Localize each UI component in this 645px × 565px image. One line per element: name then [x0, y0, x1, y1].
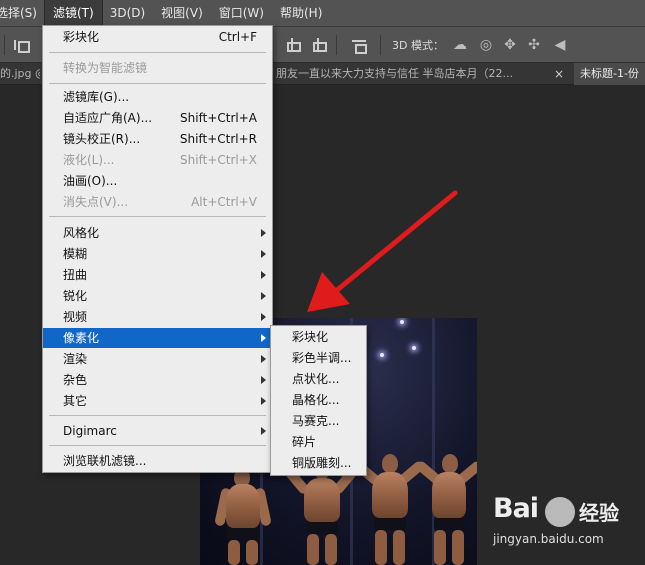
menu-help[interactable]: 帮助(H)	[272, 0, 330, 27]
submenu-arrow-icon	[261, 355, 266, 363]
menu-item-video[interactable]: 视频	[43, 307, 272, 327]
menu-filter[interactable]: 滤镜(T)	[43, 0, 103, 28]
menu-item-convert-smart-filter: 转换为智能滤镜	[63, 61, 148, 75]
shortcut-label: Ctrl+F	[218, 30, 257, 44]
3d-pan-icon[interactable]: ✥	[502, 37, 518, 53]
submenu-arrow-icon	[261, 292, 266, 300]
watermark-brand: Bai	[493, 493, 539, 524]
shortcut-label: Alt+Ctrl+V	[191, 195, 257, 209]
submenu-arrow-icon	[261, 250, 266, 258]
watermark-url: jingyan.baidu.com	[493, 532, 604, 546]
menu-item-liquify: 液化(L)... Shift+Ctrl+X	[43, 150, 272, 170]
menu-item-sharpen[interactable]: 锐化	[43, 286, 272, 306]
menu-divider	[49, 216, 266, 217]
menu-item-browse-online-filters[interactable]: 浏览联机滤镜...	[43, 451, 272, 471]
submenu-item-mosaic[interactable]: 马赛克...	[271, 411, 366, 431]
submenu-item-color-halftone[interactable]: 彩色半调...	[271, 348, 366, 368]
menu-item-digimarc[interactable]: Digimarc	[43, 421, 272, 441]
doc-tab-3[interactable]: 未标题-1-份	[574, 63, 645, 85]
menu-divider	[49, 52, 266, 53]
submenu-item-facet[interactable]: 彩块化	[271, 327, 366, 347]
align-vertical-center-icon[interactable]	[285, 38, 301, 52]
align-left-icon[interactable]	[14, 38, 30, 53]
baidu-jingyan-watermark: Bai 经验 jingyan.baidu.com	[493, 493, 643, 553]
3d-scale-icon[interactable]: ◀	[552, 37, 568, 53]
distribute-icon[interactable]	[352, 38, 367, 54]
menu-item-filter-gallery[interactable]: 滤镜库(G)...	[43, 87, 272, 107]
stage-light	[412, 346, 416, 350]
pixelate-submenu: 彩块化 彩色半调... 点状化... 晶格化... 马赛克... 碎片 铜版雕刻…	[270, 325, 367, 476]
menu-item-lens-correction[interactable]: 镜头校正(R)... Shift+Ctrl+R	[43, 129, 272, 149]
doc-tab-2[interactable]: 朋友一直以来大力支持与信任 半岛店本月（22...	[276, 63, 548, 85]
close-tab-icon[interactable]: ×	[554, 63, 564, 85]
doc-tab-1[interactable]: 的.jpg @	[0, 63, 40, 85]
baidu-paw-icon	[545, 497, 575, 527]
submenu-arrow-icon	[261, 376, 266, 384]
submenu-item-crystallize[interactable]: 晶格化...	[271, 390, 366, 410]
3d-slide-icon[interactable]: ✣	[526, 37, 542, 53]
menu-divider	[49, 445, 266, 446]
filter-menu: 彩块化 Ctrl+F 转换为智能滤镜 滤镜库(G)... 自适应广角(A)...…	[42, 25, 273, 473]
menu-item-vanishing-point: 消失点(V)... Alt+Ctrl+V	[43, 192, 272, 212]
menu-item-other[interactable]: 其它	[43, 391, 272, 411]
shortcut-label: Shift+Ctrl+A	[180, 111, 257, 125]
submenu-item-fragment[interactable]: 碎片	[271, 432, 366, 452]
stage-light	[400, 320, 404, 324]
bodybuilder-figure	[414, 452, 477, 565]
menubar: 选择(S) 滤镜(T) 3D(D) 视图(V) 窗口(W) 帮助(H)	[0, 0, 645, 28]
submenu-arrow-icon	[261, 427, 266, 435]
menu-item-distort[interactable]: 扭曲	[43, 265, 272, 285]
menu-item-stylize[interactable]: 风格化	[43, 223, 272, 243]
menu-item-adaptive-wide-angle[interactable]: 自适应广角(A)... Shift+Ctrl+A	[43, 108, 272, 128]
menu-select[interactable]: 选择(S)	[0, 0, 45, 27]
separator	[380, 35, 381, 55]
submenu-item-mezzotint[interactable]: 铜版雕刻...	[271, 453, 366, 473]
separator	[336, 35, 337, 55]
submenu-arrow-icon	[261, 271, 266, 279]
menu-item-pixelate[interactable]: 像素化	[43, 328, 272, 348]
3d-roll-icon[interactable]: ◎	[478, 37, 494, 53]
menu-window[interactable]: 窗口(W)	[211, 0, 272, 27]
menu-item-blur[interactable]: 模糊	[43, 244, 272, 264]
3d-orbit-icon[interactable]: ☁	[452, 37, 468, 53]
submenu-item-pointillize[interactable]: 点状化...	[271, 369, 366, 389]
menu-divider	[49, 83, 266, 84]
shortcut-label: Shift+Ctrl+X	[180, 153, 257, 167]
submenu-arrow-icon	[261, 397, 266, 405]
bodybuilder-figure	[214, 468, 274, 565]
menu-item-oil-paint[interactable]: 油画(O)...	[43, 171, 272, 191]
stage-light	[380, 353, 384, 357]
submenu-arrow-icon	[261, 334, 266, 342]
submenu-arrow-icon	[261, 229, 266, 237]
align-bottom-icon[interactable]	[311, 38, 327, 52]
3d-mode-label: 3D 模式：	[392, 39, 444, 52]
menu-item-noise[interactable]: 杂色	[43, 370, 272, 390]
watermark-brand-suffix: 经验	[579, 501, 619, 525]
shortcut-label: Shift+Ctrl+R	[179, 132, 257, 146]
separator	[4, 35, 5, 55]
bodybuilder-figure	[352, 452, 426, 565]
menu-item-render[interactable]: 渲染	[43, 349, 272, 369]
menu-divider	[49, 415, 266, 416]
menu-3d[interactable]: 3D(D)	[102, 0, 153, 27]
menu-item-last-filter[interactable]: 彩块化 Ctrl+F	[43, 27, 272, 47]
menu-view[interactable]: 视图(V)	[153, 0, 211, 27]
submenu-arrow-icon	[261, 313, 266, 321]
